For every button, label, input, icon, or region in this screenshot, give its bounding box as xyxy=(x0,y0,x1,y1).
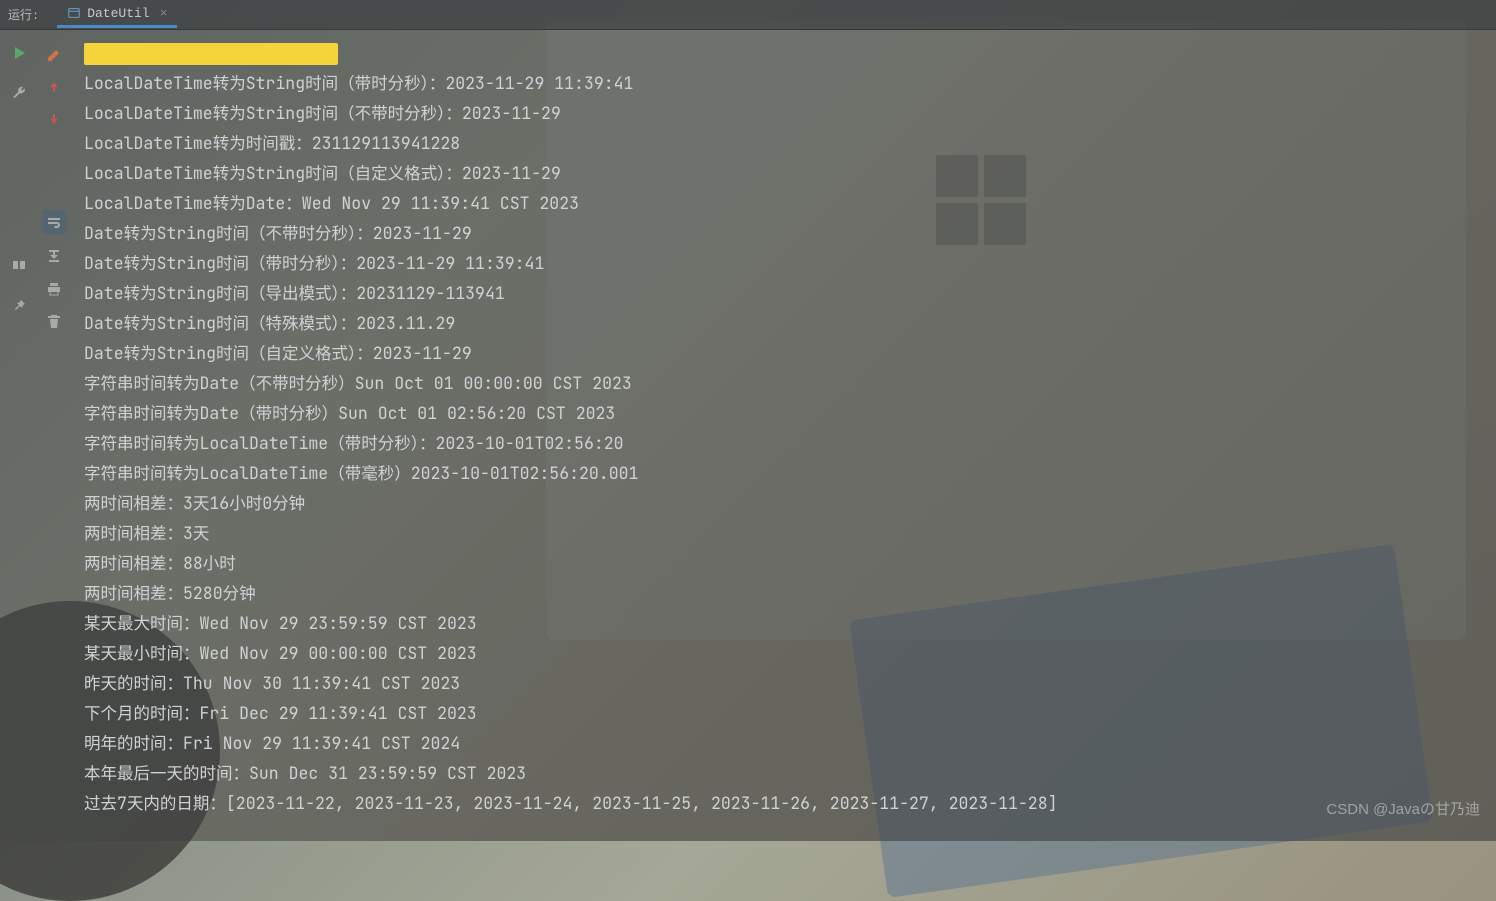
console-line: Date转为String时间（导出模式）：20231129-113941 xyxy=(84,278,1486,308)
up-arrow-icon[interactable] xyxy=(45,78,63,96)
console-line: LocalDateTime转为时间戳：231129113941228 xyxy=(84,128,1486,158)
console-line: Date转为String时间（自定义格式）：2023-11-29 xyxy=(84,338,1486,368)
pin-icon[interactable] xyxy=(10,296,28,314)
wrench-icon[interactable] xyxy=(10,84,28,102)
console-line: 两时间相差：3天16小时0分钟 xyxy=(84,488,1486,518)
trash-icon[interactable] xyxy=(45,312,63,330)
console-line: 本年最后一天的时间：Sun Dec 31 23:59:59 CST 2023 xyxy=(84,758,1486,788)
console-line: LocalDateTime转为Date：Wed Nov 29 11:39:41 … xyxy=(84,188,1486,218)
console-line: 下个月的时间：Fri Dec 29 11:39:41 CST 2023 xyxy=(84,698,1486,728)
run-label: 运行: xyxy=(0,6,49,23)
run-tab-active[interactable]: DateUtil × xyxy=(57,2,177,28)
console-line: 字符串时间转为LocalDateTime（带毫秒）2023-10-01T02:5… xyxy=(84,458,1486,488)
left-toolbar-primary xyxy=(0,30,38,841)
console-line: LocalDateTime转为String时间（自定义格式）：2023-11-2… xyxy=(84,158,1486,188)
soft-wrap-icon[interactable] xyxy=(42,210,66,234)
scroll-to-end-icon[interactable] xyxy=(45,248,63,266)
console-line: LocalDateTime转为String时间（带时分秒）：2023-11-29… xyxy=(84,68,1486,98)
console-line: 字符串时间转为Date（不带时分秒）Sun Oct 01 00:00:00 CS… xyxy=(84,368,1486,398)
console-line: 某天最小时间：Wed Nov 29 00:00:00 CST 2023 xyxy=(84,638,1486,668)
print-icon[interactable] xyxy=(45,280,63,298)
left-toolbar-secondary xyxy=(38,30,70,841)
close-icon[interactable]: × xyxy=(160,6,168,21)
console-line: 明年的时间：Fri Nov 29 11:39:41 CST 2024 xyxy=(84,728,1486,758)
watermark: CSDN @Javaの甘乃迪 xyxy=(1326,798,1480,819)
console-line: 字符串时间转为Date（带时分秒）Sun Oct 01 02:56:20 CST… xyxy=(84,398,1486,428)
console-line-highlighted xyxy=(84,38,1486,68)
console-line: 两时间相差：3天 xyxy=(84,518,1486,548)
console-line: 过去7天内的日期：[2023-11-22, 2023-11-23, 2023-1… xyxy=(84,788,1486,818)
console-line: Date转为String时间（特殊模式）：2023.11.29 xyxy=(84,308,1486,338)
run-icon[interactable] xyxy=(10,44,28,62)
layout-icon[interactable] xyxy=(10,256,28,274)
application-icon xyxy=(67,6,81,20)
edit-icon[interactable] xyxy=(45,46,63,64)
console-line: 字符串时间转为LocalDateTime（带时分秒）：2023-10-01T02… xyxy=(84,428,1486,458)
console-line: 某天最大时间：Wed Nov 29 23:59:59 CST 2023 xyxy=(84,608,1486,638)
console-line: Date转为String时间（不带时分秒）：2023-11-29 xyxy=(84,218,1486,248)
console-line: 两时间相差：88小时 xyxy=(84,548,1486,578)
console-line: 两时间相差：5280分钟 xyxy=(84,578,1486,608)
run-tool-window-header: 运行: DateUtil × xyxy=(0,0,1496,30)
down-arrow-icon[interactable] xyxy=(45,110,63,128)
tab-title: DateUtil xyxy=(87,6,149,21)
console-line: Date转为String时间（带时分秒）：2023-11-29 11:39:41 xyxy=(84,248,1486,278)
console-output[interactable]: LocalDateTime转为String时间（带时分秒）：2023-11-29… xyxy=(70,30,1496,841)
console-line: 昨天的时间：Thu Nov 30 11:39:41 CST 2023 xyxy=(84,668,1486,698)
console-line: LocalDateTime转为String时间（不带时分秒）：2023-11-2… xyxy=(84,98,1486,128)
